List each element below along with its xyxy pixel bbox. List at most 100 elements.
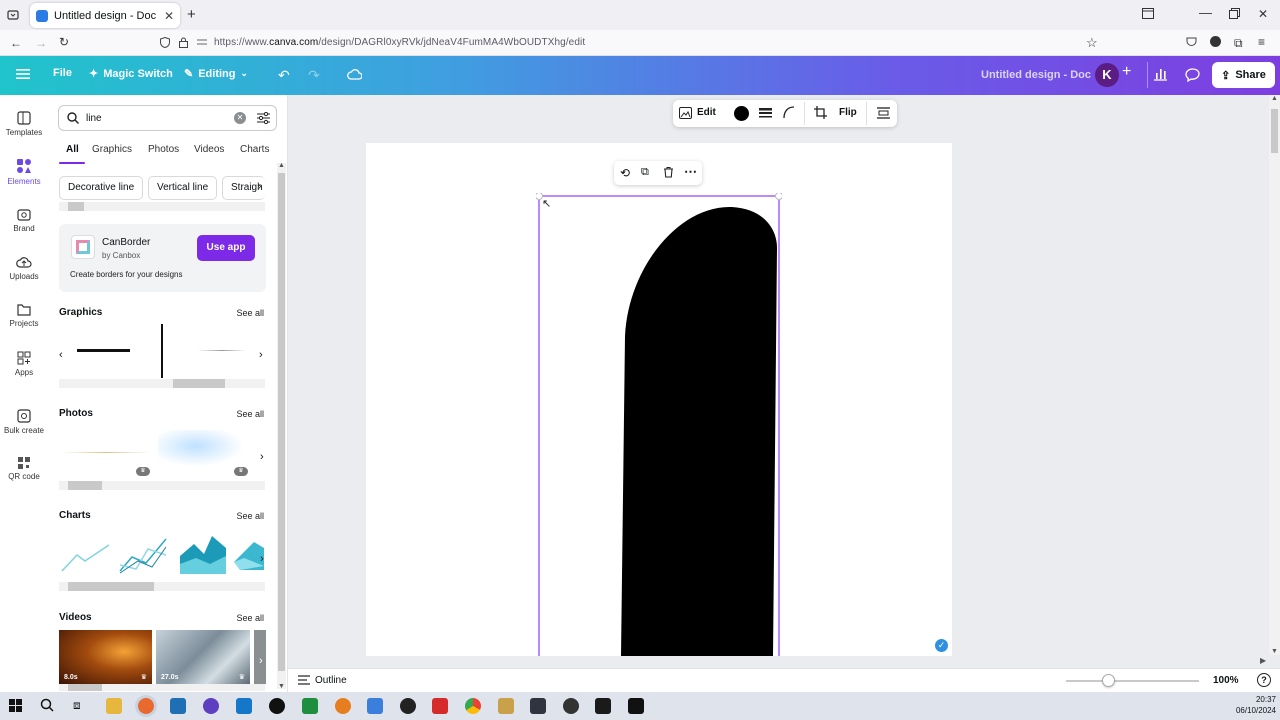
- chart-thumbnail-area[interactable]: [180, 534, 226, 574]
- shield-icon[interactable]: [160, 37, 170, 48]
- browser-tab[interactable]: Untitled design - Doc - Canva ✕: [30, 3, 180, 28]
- suggestion-vertical-line[interactable]: Vertical line: [148, 176, 218, 200]
- bookmark-star-icon[interactable]: ☆: [1086, 35, 1098, 51]
- selected-arc-shape[interactable]: [536, 193, 782, 656]
- tab-graphics[interactable]: Graphics: [92, 144, 132, 155]
- pocket-icon[interactable]: [1186, 37, 1197, 47]
- video-thumbnail-orange[interactable]: 8.0s ♛: [59, 630, 152, 684]
- crop-icon[interactable]: [814, 106, 827, 119]
- comment-icon[interactable]: [1185, 68, 1200, 82]
- forward-icon[interactable]: →: [35, 36, 47, 50]
- cloud-saved-icon[interactable]: [347, 68, 362, 80]
- app-icon-black[interactable]: [400, 698, 416, 714]
- videos-scrollbar[interactable]: [59, 684, 265, 691]
- corner-rounding-icon[interactable]: [783, 106, 795, 119]
- excel-icon[interactable]: [302, 698, 318, 714]
- editing-mode-button[interactable]: ✎ Editing ⌄: [184, 67, 248, 81]
- minimize-icon[interactable]: —: [1199, 5, 1212, 20]
- use-app-button[interactable]: Use app: [197, 235, 255, 261]
- chevron-right-icon[interactable]: ›: [260, 451, 264, 463]
- chevron-right-icon[interactable]: ›: [259, 655, 263, 667]
- edit-button[interactable]: Edit: [697, 107, 716, 118]
- avatar[interactable]: K: [1095, 63, 1119, 87]
- duplicate-icon[interactable]: ⧉: [641, 166, 649, 179]
- graphics-scrollbar[interactable]: [59, 379, 265, 388]
- border-style-icon[interactable]: [759, 107, 772, 119]
- url-field[interactable]: https://www.canva.com/design/DAGRl0xyRVk…: [214, 37, 585, 48]
- line-graphic-horizontal[interactable]: [77, 349, 130, 352]
- app-icon-purple[interactable]: [203, 698, 219, 714]
- zoom-slider-track[interactable]: [1066, 680, 1199, 682]
- window-list-icon[interactable]: [1142, 8, 1154, 19]
- document-title[interactable]: Untitled design - Doc: [981, 69, 1091, 81]
- app-icon-gold[interactable]: [498, 698, 514, 714]
- video-thumbnail-lab[interactable]: 27.0s ♛: [156, 630, 250, 684]
- back-icon[interactable]: ←: [10, 36, 22, 50]
- panel-scrollbar[interactable]: ▲ ▼: [277, 162, 286, 690]
- app-icon-dark[interactable]: [269, 698, 285, 714]
- rail-brand[interactable]: Brand: [0, 207, 48, 233]
- capcut-icon[interactable]: [628, 698, 644, 714]
- close-tab-icon[interactable]: ✕: [164, 9, 174, 23]
- photo-thumbnail-light-streak[interactable]: [158, 430, 253, 470]
- outline-button[interactable]: Outline: [315, 675, 347, 686]
- firefox-icon[interactable]: [138, 698, 154, 714]
- rotate-comment-icon[interactable]: ⟲: [620, 166, 630, 180]
- mail-icon[interactable]: [236, 698, 252, 714]
- magic-switch-button[interactable]: ✦ Magic Switch: [89, 67, 173, 81]
- tab-charts[interactable]: Charts: [240, 144, 269, 155]
- insights-chart-icon[interactable]: [1153, 67, 1168, 81]
- filter-icon[interactable]: [257, 112, 270, 124]
- tab-photos[interactable]: Photos: [148, 144, 179, 155]
- rail-bulk-create[interactable]: Bulk create: [0, 409, 48, 435]
- extensions-icon[interactable]: ⧉: [1234, 36, 1243, 51]
- rail-apps[interactable]: Apps: [0, 351, 48, 377]
- graphics-see-all-link[interactable]: See all: [236, 308, 264, 318]
- file-explorer-icon[interactable]: [106, 698, 122, 714]
- zoom-slider-thumb[interactable]: [1102, 674, 1115, 687]
- line-graphic-vertical[interactable]: [161, 324, 163, 378]
- app-icon-slate[interactable]: [530, 698, 546, 714]
- taskbar-search-icon[interactable]: [40, 698, 54, 712]
- app-icon-red[interactable]: [432, 698, 448, 714]
- redo-icon[interactable]: ↷: [308, 67, 320, 84]
- rail-elements[interactable]: Elements: [0, 158, 48, 186]
- photos-scrollbar[interactable]: [59, 481, 265, 490]
- permissions-icon[interactable]: [197, 37, 207, 47]
- reload-icon[interactable]: ↻: [59, 35, 69, 49]
- charts-see-all-link[interactable]: See all: [236, 511, 264, 521]
- clear-search-icon[interactable]: ✕: [234, 112, 246, 124]
- chevron-right-icon[interactable]: ›: [258, 181, 261, 192]
- app-card[interactable]: CanBorder by Canbox Use app Create borde…: [59, 224, 266, 292]
- app-icon-orange[interactable]: [335, 698, 351, 714]
- clock-time[interactable]: 20:37: [1234, 695, 1276, 704]
- menu-icon[interactable]: ≡: [1258, 35, 1265, 49]
- rail-projects[interactable]: Projects: [0, 303, 48, 328]
- line-graphic-thin[interactable]: [198, 350, 246, 351]
- file-menu-button[interactable]: File: [53, 67, 72, 79]
- task-view-icon[interactable]: ⧈: [73, 698, 81, 713]
- videos-see-all-link[interactable]: See all: [236, 613, 264, 623]
- hamburger-icon[interactable]: [16, 68, 30, 80]
- app-icon-cloud[interactable]: [367, 698, 383, 714]
- share-button[interactable]: ⇪ Share: [1212, 62, 1275, 88]
- zoom-level[interactable]: 100%: [1213, 675, 1239, 686]
- scroll-right-icon[interactable]: ▶: [1260, 656, 1266, 665]
- lock-icon[interactable]: [179, 37, 188, 48]
- rail-templates[interactable]: Templates: [0, 111, 48, 137]
- trash-icon[interactable]: [663, 166, 674, 178]
- search-box[interactable]: line ✕: [58, 105, 277, 131]
- flip-button[interactable]: Flip: [839, 107, 857, 118]
- chrome-icon[interactable]: [465, 698, 481, 714]
- rail-uploads[interactable]: Uploads: [0, 255, 48, 281]
- app-icon-next[interactable]: [595, 698, 611, 714]
- close-window-icon[interactable]: ✕: [1258, 7, 1268, 21]
- tab-list-icon[interactable]: [7, 9, 19, 21]
- add-collaborator-icon[interactable]: +: [1122, 63, 1131, 81]
- search-input[interactable]: line: [86, 113, 102, 124]
- suggestions-scrollbar[interactable]: [59, 202, 265, 211]
- outline-icon[interactable]: [298, 675, 310, 685]
- chevron-right-icon[interactable]: ›: [259, 349, 263, 361]
- position-icon[interactable]: [877, 107, 890, 119]
- more-options-icon[interactable]: ⋯: [684, 164, 697, 180]
